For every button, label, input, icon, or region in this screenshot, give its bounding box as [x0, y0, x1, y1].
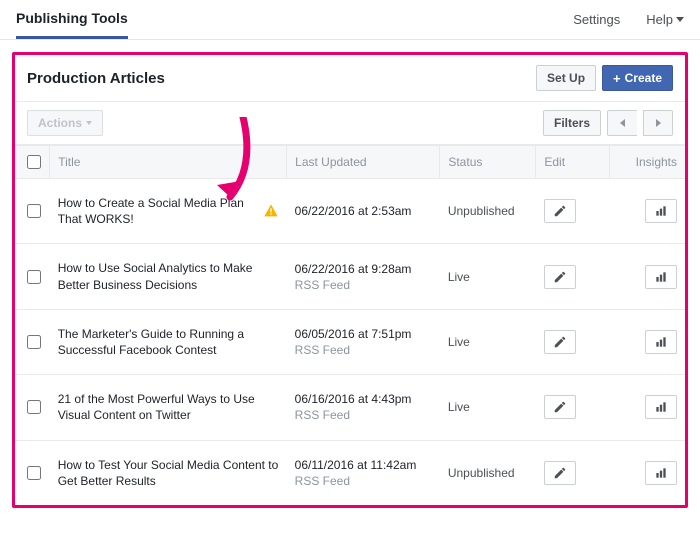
- select-all-checkbox[interactable]: [27, 155, 41, 169]
- settings-link[interactable]: Settings: [573, 12, 620, 27]
- article-title[interactable]: The Marketer's Guide to Running a Succes…: [58, 326, 279, 358]
- row-checkbox[interactable]: [27, 400, 41, 414]
- help-label: Help: [646, 12, 673, 27]
- updated-source: RSS Feed: [295, 278, 432, 292]
- triangle-left-icon: [620, 119, 625, 127]
- table-row: 21 of the Most Powerful Ways to Use Visu…: [15, 375, 685, 440]
- chevron-down-icon: [676, 17, 684, 22]
- pencil-icon: [553, 335, 567, 349]
- edit-button[interactable]: [544, 330, 576, 354]
- table-row: The Marketer's Guide to Running a Succes…: [15, 309, 685, 374]
- row-checkbox[interactable]: [27, 466, 41, 480]
- panel-title: Production Articles: [27, 70, 165, 87]
- edit-button[interactable]: [544, 461, 576, 485]
- status-text: Unpublished: [448, 466, 515, 480]
- insights-button[interactable]: [645, 330, 677, 354]
- table-row: How to Test Your Social Media Content to…: [15, 440, 685, 505]
- updated-source: RSS Feed: [295, 474, 432, 488]
- bar-chart-icon: [654, 270, 668, 284]
- help-menu[interactable]: Help: [646, 12, 684, 27]
- actions-label: Actions: [38, 116, 82, 130]
- row-checkbox[interactable]: [27, 335, 41, 349]
- page-next-button[interactable]: [643, 110, 673, 136]
- updated-date: 06/05/2016 at 7:51pm: [295, 327, 432, 341]
- filters-button[interactable]: Filters: [543, 110, 601, 136]
- edit-button[interactable]: [544, 395, 576, 419]
- insights-button[interactable]: [645, 461, 677, 485]
- pencil-icon: [553, 204, 567, 218]
- col-edit: Edit: [536, 146, 610, 179]
- status-text: Live: [448, 400, 470, 414]
- status-text: Live: [448, 270, 470, 284]
- insights-button[interactable]: [645, 395, 677, 419]
- pagination: [607, 110, 673, 136]
- article-title[interactable]: How to Test Your Social Media Content to…: [58, 457, 279, 489]
- create-label: Create: [625, 71, 662, 85]
- page-prev-button[interactable]: [607, 110, 637, 136]
- pencil-icon: [553, 270, 567, 284]
- bar-chart-icon: [654, 466, 668, 480]
- updated-date: 06/22/2016 at 9:28am: [295, 262, 432, 276]
- articles-table: Title Last Updated Status Edit Insights …: [15, 145, 685, 505]
- pencil-icon: [553, 400, 567, 414]
- col-title[interactable]: Title: [50, 146, 287, 179]
- set-up-button[interactable]: Set Up: [536, 65, 596, 91]
- status-text: Unpublished: [448, 204, 515, 218]
- col-status[interactable]: Status: [440, 146, 536, 179]
- production-articles-panel: Production Articles Set Up + Create Acti…: [12, 52, 688, 508]
- tab-publishing-tools[interactable]: Publishing Tools: [16, 0, 128, 39]
- insights-button[interactable]: [645, 199, 677, 223]
- insights-button[interactable]: [645, 265, 677, 289]
- bar-chart-icon: [654, 400, 668, 414]
- updated-source: RSS Feed: [295, 408, 432, 422]
- updated-date: 06/11/2016 at 11:42am: [295, 458, 432, 472]
- edit-button[interactable]: [544, 265, 576, 289]
- col-updated[interactable]: Last Updated: [287, 146, 440, 179]
- updated-source: RSS Feed: [295, 343, 432, 357]
- edit-button[interactable]: [544, 199, 576, 223]
- table-row: How to Create a Social Media Plan That W…: [15, 179, 685, 244]
- col-insights: Insights: [609, 146, 685, 179]
- actions-menu[interactable]: Actions: [27, 110, 103, 136]
- updated-date: 06/22/2016 at 2:53am: [295, 204, 432, 218]
- article-title[interactable]: 21 of the Most Powerful Ways to Use Visu…: [58, 391, 279, 423]
- updated-date: 06/16/2016 at 4:43pm: [295, 392, 432, 406]
- top-nav: Publishing Tools Settings Help: [0, 0, 700, 40]
- triangle-right-icon: [656, 119, 661, 127]
- row-checkbox[interactable]: [27, 270, 41, 284]
- article-title[interactable]: How to Use Social Analytics to Make Bett…: [58, 260, 279, 292]
- plus-icon: +: [613, 72, 621, 85]
- status-text: Live: [448, 335, 470, 349]
- warning-icon: [263, 203, 279, 219]
- chevron-down-icon: [86, 121, 92, 125]
- pencil-icon: [553, 466, 567, 480]
- bar-chart-icon: [654, 335, 668, 349]
- create-button[interactable]: + Create: [602, 65, 673, 91]
- bar-chart-icon: [654, 204, 668, 218]
- article-title[interactable]: How to Create a Social Media Plan That W…: [58, 195, 257, 227]
- row-checkbox[interactable]: [27, 204, 41, 218]
- table-row: How to Use Social Analytics to Make Bett…: [15, 244, 685, 309]
